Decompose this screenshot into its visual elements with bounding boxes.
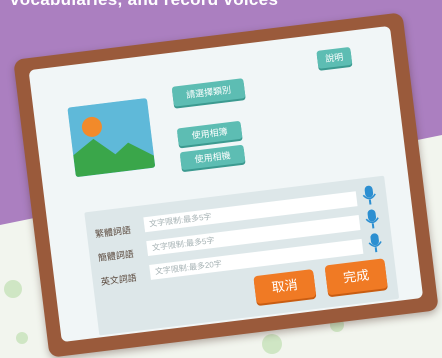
simplified-label: 簡體詞語 bbox=[97, 248, 135, 264]
traditional-label: 繁體詞語 bbox=[94, 224, 132, 240]
done-button[interactable]: 完成 bbox=[324, 258, 388, 296]
image-placeholder[interactable] bbox=[67, 98, 156, 178]
decor-dot bbox=[16, 332, 28, 344]
mic-icon[interactable] bbox=[367, 232, 383, 254]
decor-dot bbox=[4, 280, 22, 298]
use-album-button[interactable]: 使用相簿 bbox=[176, 120, 243, 147]
english-label: 英文詞語 bbox=[100, 272, 138, 287]
mic-icon[interactable] bbox=[364, 209, 380, 231]
cancel-button[interactable]: 取消 bbox=[253, 269, 317, 305]
use-camera-button[interactable]: 使用相機 bbox=[179, 144, 246, 171]
choose-category-button[interactable]: 請選擇類別 bbox=[171, 78, 246, 107]
help-button[interactable]: 說明 bbox=[316, 46, 353, 69]
feature-caption: vocabularies, and record voices bbox=[0, 0, 442, 10]
screen-panel: 說明 請選擇類別 使用相簿 使用相機 繁體詞語 文字限制:最多5字 簡體詞語 文… bbox=[28, 25, 424, 343]
decor-dot bbox=[262, 334, 282, 354]
tablet: 說明 請選擇類別 使用相簿 使用相機 繁體詞語 文字限制:最多5字 簡體詞語 文… bbox=[13, 12, 439, 358]
mic-icon[interactable] bbox=[361, 185, 377, 207]
landscape-icon bbox=[67, 98, 156, 178]
